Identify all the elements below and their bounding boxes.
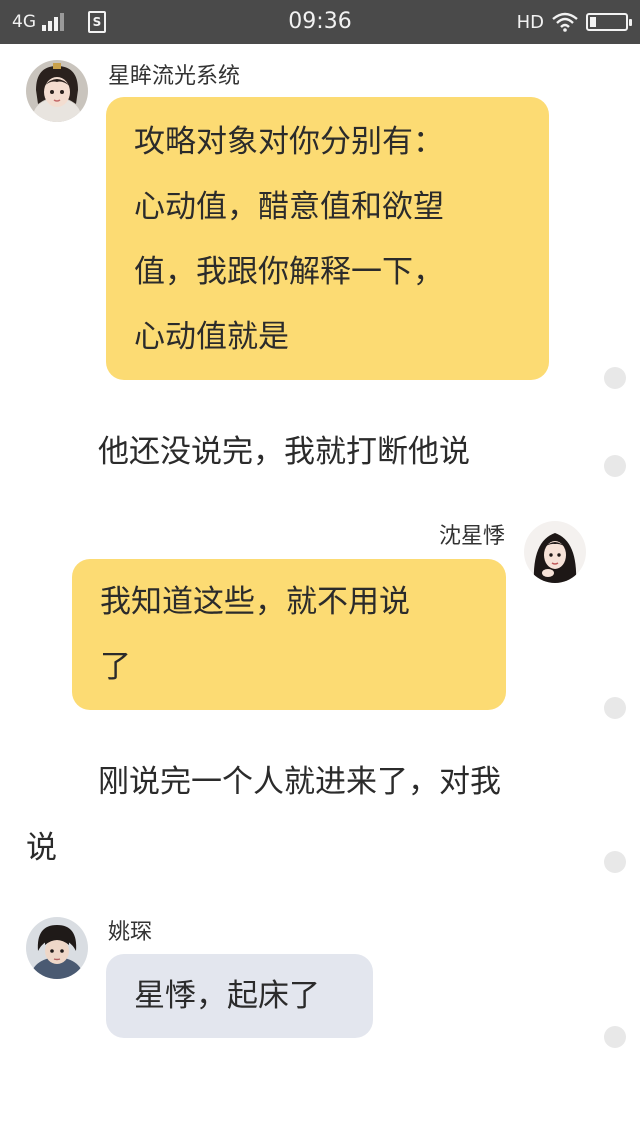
avatar-system[interactable]	[26, 60, 88, 122]
sender-name: 沈星悸	[438, 524, 505, 549]
message-line: 心动值就是	[134, 319, 289, 355]
message-bubble[interactable]: 我知道这些，就不用说 了	[72, 559, 506, 710]
status-bar: 4G S 09:36 HD	[0, 0, 640, 44]
hd-label: HD	[516, 11, 544, 33]
avatar-shen-xingji[interactable]	[524, 521, 586, 583]
comment-dot[interactable]	[604, 455, 626, 477]
avatar-yao-chen[interactable]	[26, 917, 88, 979]
status-right: HD	[516, 0, 632, 44]
wifi-icon	[552, 12, 578, 32]
narration-text: 说	[26, 830, 57, 866]
message-bubble[interactable]: 攻略对象对你分别有： 心动值，醋意值和欲望 值，我跟你解释一下， 心动值就是	[106, 97, 549, 380]
sender-name: 星眸流光系统	[108, 64, 241, 89]
battery-icon	[586, 13, 632, 31]
message-line: 我知道这些，就不用说	[100, 584, 410, 620]
comment-dot[interactable]	[604, 1026, 626, 1048]
narration-text: 他还没说完，我就打断他说	[98, 434, 470, 470]
message-line: 星悸，起床了	[134, 978, 320, 1014]
message-line: 攻略对象对你分别有：	[134, 124, 444, 160]
narration-text: 刚说完一个人就进来了，对我	[98, 764, 501, 800]
sender-name: 姚琛	[108, 920, 153, 945]
comment-dot[interactable]	[604, 367, 626, 389]
comment-dot[interactable]	[604, 697, 626, 719]
message-line: 心动值，醋意值和欲望	[134, 189, 444, 225]
message-line: 值，我跟你解释一下，	[134, 254, 444, 290]
message-line: 了	[100, 649, 131, 685]
comment-dot[interactable]	[604, 851, 626, 873]
message-bubble[interactable]: 星悸，起床了	[106, 954, 373, 1038]
